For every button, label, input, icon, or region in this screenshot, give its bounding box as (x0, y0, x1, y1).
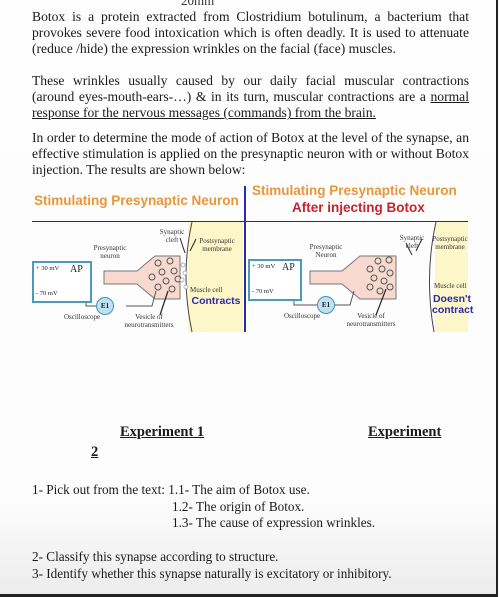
left-cleft-label: Synaptic cleft (159, 228, 185, 244)
left-result-contracts: Contracts (191, 295, 241, 307)
left-presynaptic-label: Presynaptic neuron (93, 244, 127, 260)
intro-paragraph-3: In order to determine the mode of action… (32, 130, 469, 178)
right-plus30-label: + 30 mV (252, 263, 276, 270)
right-cleft-label: Synaptic cleft (399, 234, 425, 250)
intro-paragraph-1: Botox is a protein extracted from Clostr… (32, 9, 469, 57)
left-vesicle-label: Vesicle of neurotransmitters (124, 313, 174, 329)
left-minus70-label: - 70 mV (36, 290, 58, 297)
right-minus70-label: - 70 mV (252, 288, 274, 295)
right-result-doesnt-contract: Doesn't contract (432, 293, 474, 316)
cut-off-header: 20mm (181, 0, 215, 8)
left-oscilloscope-label: Oscilloscope (64, 313, 101, 321)
right-oscilloscope-screen: + 30 mV AP - 70 mV (248, 259, 302, 301)
right-vesicle-label: Vesicle of neurotransmitters (346, 312, 396, 328)
left-presynaptic-terminal (103, 255, 181, 300)
right-postsynaptic-label: Postsynaptic membrane (432, 235, 468, 251)
left-plus30-label: + 30 mV (36, 265, 60, 272)
right-muscle-label: Muscle cell (434, 282, 467, 290)
left-postsynaptic-curve (185, 221, 193, 333)
question-2: 2- Classify this synapse according to st… (32, 549, 279, 564)
right-presynaptic-label: Presynaptic Neuron (309, 243, 343, 259)
experiment-2-number: 2 (91, 444, 99, 460)
right-oscilloscope-label: Oscilloscope (284, 312, 321, 320)
question-3: 3- Identify whether this synapse natural… (32, 566, 392, 581)
left-ap-label: AP (70, 264, 83, 275)
question-1: 1- Pick out from the text: 1.1- The aim … (32, 482, 310, 497)
experiment-2-label: Experiment (368, 424, 442, 440)
synapse-diagram: Stimulating Presynaptic Neuron Stimulati… (30, 181, 474, 336)
left-postsynaptic-label: Postsynaptic membrane (199, 237, 235, 253)
right-ap-label: AP (282, 262, 295, 273)
intro-paragraph-2-line1: These wrinkles usually caused by our dai… (32, 73, 469, 105)
intro-paragraph-2: These wrinkles usually caused by our dai… (32, 73, 469, 122)
left-muscle-label: Muscle cell (190, 286, 223, 294)
question-1-2: 1.2- The origin of Botox. (172, 499, 305, 514)
experiment-1-label: Experiment 1 (120, 424, 205, 440)
left-released-neurotransmitters (179, 262, 189, 290)
question-1-3: 1.3- The cause of expression wrinkles. (172, 515, 376, 530)
left-oscilloscope-screen: + 30 mV AP - 70 mV (32, 261, 92, 303)
document-page: 20mm Botox is a protein extracted from C… (0, 0, 498, 597)
